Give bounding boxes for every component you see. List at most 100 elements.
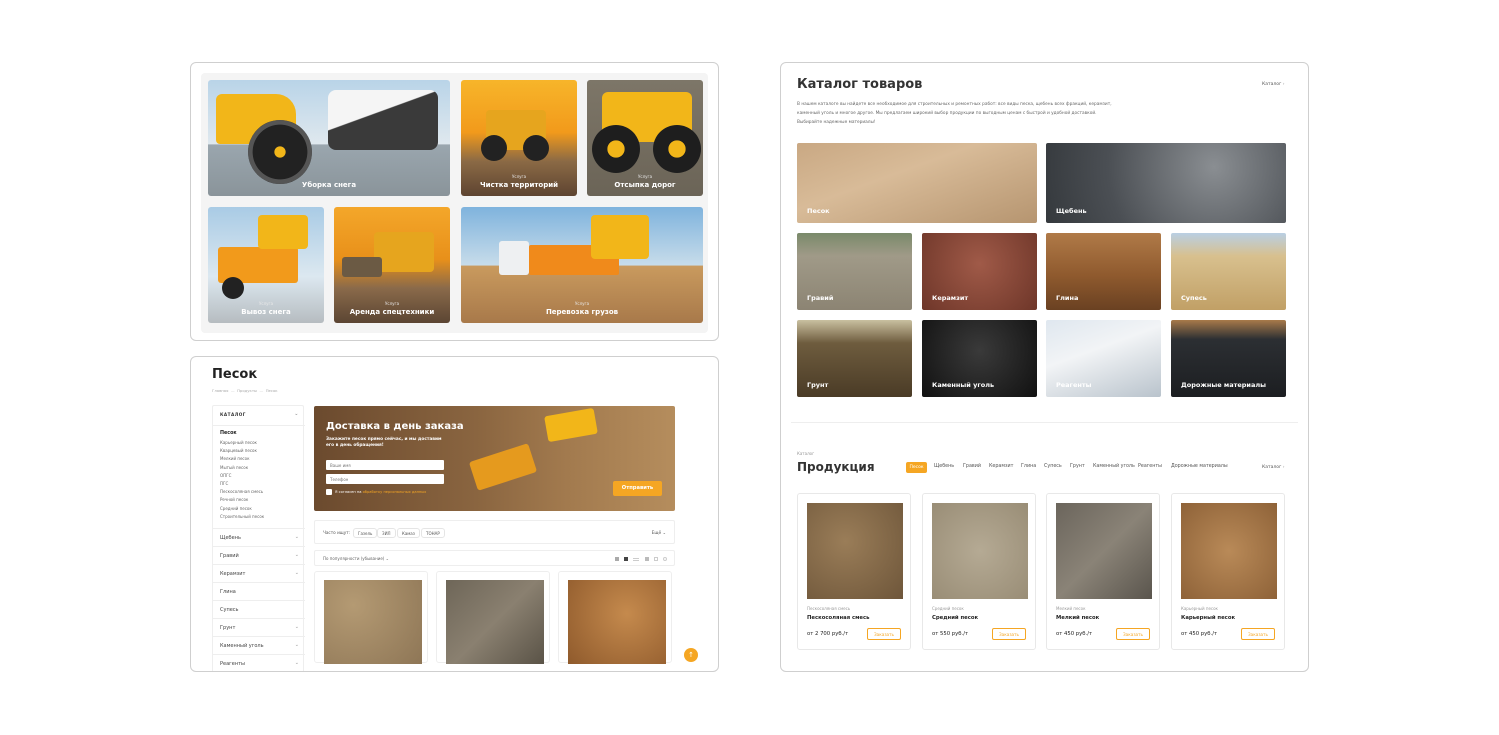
product-card[interactable]: Пескосоляная смесь Пескосоляная смесь от… bbox=[797, 493, 911, 650]
sidebar-item-clay[interactable]: Глина bbox=[213, 582, 305, 600]
product-card[interactable]: Средний песок Средний песок от 550 руб./… bbox=[922, 493, 1036, 650]
service-label: Перевозка грузов bbox=[545, 308, 619, 316]
category-tile-coal[interactable]: Каменный уголь bbox=[922, 320, 1037, 397]
catalog-title: Каталог товаров bbox=[797, 77, 923, 92]
product-name[interactable]: Карьерный песок bbox=[1181, 615, 1235, 621]
sidebar-item-reagents[interactable]: Реагенты ⌄ bbox=[213, 654, 305, 671]
sidebar-sub-item[interactable]: Карьерный песок bbox=[220, 439, 305, 447]
sidebar-sub-item[interactable]: Кварцевый песок bbox=[220, 447, 305, 455]
category-tile-road-materials[interactable]: Дорожные материалы bbox=[1171, 320, 1286, 397]
tab-crushed-stone[interactable]: Щебень bbox=[934, 464, 954, 469]
grid-view-icon[interactable] bbox=[615, 557, 619, 561]
chip-tonar[interactable]: ТОНАР bbox=[421, 528, 445, 538]
phone-input[interactable] bbox=[326, 474, 444, 484]
product-name[interactable]: Пескосоляная смесь bbox=[807, 615, 870, 621]
tab-gravel[interactable]: Гравий bbox=[963, 464, 981, 469]
tab-reagents[interactable]: Реагенты bbox=[1138, 464, 1162, 469]
banner-title: Доставка в день заказа bbox=[326, 421, 464, 432]
service-tile-territory-cleaning[interactable]: Услуга Чистка территорий bbox=[461, 80, 577, 196]
product-image bbox=[807, 503, 903, 599]
tab-clay[interactable]: Глина bbox=[1021, 464, 1036, 469]
service-tile-snow-removal[interactable]: Услуга Вывоз снега bbox=[208, 207, 324, 323]
category-tile-sand[interactable]: Песок bbox=[797, 143, 1037, 223]
order-button[interactable]: Заказать bbox=[992, 628, 1026, 640]
service-type: Услуга bbox=[384, 301, 400, 306]
sort-dropdown[interactable]: По популярности (убывание) ⌄ bbox=[323, 556, 389, 561]
consent-checkbox[interactable] bbox=[326, 489, 332, 495]
product-card[interactable]: Мелкий песок Мелкий песок от 450 руб./т … bbox=[1046, 493, 1160, 650]
category-tile-gravel[interactable]: Гравий bbox=[797, 233, 912, 310]
product-name[interactable]: Средний песок bbox=[932, 615, 978, 621]
sidebar-item-coal[interactable]: Каменный уголь ⌄ bbox=[213, 636, 305, 654]
tab-coal[interactable]: Каменный уголь bbox=[1093, 464, 1135, 469]
category-tile-clay[interactable]: Глина bbox=[1046, 233, 1161, 310]
service-tile-road-filling[interactable]: Услуга Отсыпка дорог bbox=[587, 80, 703, 196]
sidebar-item-keramzit[interactable]: Керамзит ⌄ bbox=[213, 564, 305, 582]
sidebar-sub-item[interactable]: Средний песок bbox=[220, 505, 305, 513]
chevron-right-icon: › bbox=[1282, 465, 1285, 470]
more-link[interactable]: Ещё ⌄ bbox=[652, 530, 666, 536]
product-card[interactable] bbox=[436, 571, 550, 664]
sidebar-sub-item[interactable]: Мытый песок bbox=[220, 464, 305, 472]
sidebar-sub-item[interactable]: Мелкий песок bbox=[220, 455, 305, 463]
product-image bbox=[324, 580, 422, 664]
category-tile-soil[interactable]: Грунт bbox=[797, 320, 912, 397]
sidebar-sub-item[interactable]: ОПГС bbox=[220, 472, 305, 480]
tab-supes[interactable]: Супесь bbox=[1044, 464, 1062, 469]
tab-soil[interactable]: Грунт bbox=[1070, 464, 1085, 469]
filter-icon[interactable] bbox=[663, 557, 667, 561]
sidebar-item-pebble[interactable]: Гравий ⌄ bbox=[213, 546, 305, 564]
service-tile-snow-cleaning[interactable]: Уборка снега bbox=[208, 80, 450, 196]
wheel-illustration bbox=[222, 277, 244, 299]
chevron-down-icon: ⌄ bbox=[662, 530, 666, 535]
chip-gazel[interactable]: Газель bbox=[353, 528, 378, 538]
scroll-up-button[interactable]: ↑ bbox=[684, 648, 698, 662]
tab-road-materials[interactable]: Дорожные материалы bbox=[1171, 464, 1228, 469]
grid-view-active-icon[interactable] bbox=[624, 557, 628, 561]
catalog-link[interactable]: Каталог › bbox=[1262, 82, 1285, 87]
chip-zil[interactable]: ЗИЛ bbox=[377, 528, 396, 538]
breadcrumb-item[interactable]: Продукты bbox=[237, 388, 257, 393]
loader-illustration bbox=[258, 215, 308, 249]
submit-button[interactable]: Отправить bbox=[613, 481, 662, 496]
name-input[interactable] bbox=[326, 460, 444, 470]
sidebar-sub-list: Карьерный песок Кварцевый песок Мелкий п… bbox=[220, 439, 305, 521]
sidebar-sub-item[interactable]: Пескосоляная смесь bbox=[220, 488, 305, 496]
chip-kamaz[interactable]: Камаз bbox=[397, 528, 420, 538]
product-category: Карьерный песок bbox=[1181, 606, 1218, 611]
category-tile-keramzit[interactable]: Керамзит bbox=[922, 233, 1037, 310]
sidebar-header[interactable]: КАТАЛОГ ⌄ bbox=[213, 406, 305, 424]
sidebar-sub-item[interactable]: Речной песок bbox=[220, 496, 305, 504]
product-card[interactable] bbox=[314, 571, 428, 664]
chevron-down-icon: ⌄ bbox=[294, 642, 299, 648]
breadcrumb-item[interactable]: Главная bbox=[212, 388, 228, 393]
product-name[interactable]: Мелкий песок bbox=[1056, 615, 1099, 621]
product-card[interactable] bbox=[558, 571, 672, 664]
tab-keramzit[interactable]: Керамзит bbox=[989, 464, 1013, 469]
sidebar-sub-item[interactable]: ПГС bbox=[220, 480, 305, 488]
service-tile-equipment-rental[interactable]: Услуга Аренда спецтехники bbox=[334, 207, 450, 323]
order-button[interactable]: Заказать bbox=[1116, 628, 1150, 640]
category-tile-crushed-stone[interactable]: Щебень bbox=[1046, 143, 1286, 223]
sidebar-item-supes[interactable]: Супесь bbox=[213, 600, 305, 618]
table-view-icon[interactable] bbox=[645, 557, 649, 561]
sidebar-sub-item[interactable]: Строительный песок bbox=[220, 513, 305, 521]
compact-view-icon[interactable] bbox=[654, 557, 658, 561]
wheel-illustration bbox=[481, 135, 507, 161]
product-price: от 450 руб./т bbox=[1181, 631, 1218, 637]
products-link[interactable]: Каталог › bbox=[1262, 465, 1285, 470]
sidebar-item-gravel[interactable]: Щебень ⌄ bbox=[213, 528, 305, 546]
tab-sand-active[interactable]: Песок bbox=[906, 462, 927, 473]
sidebar-item-soil[interactable]: Грунт ⌄ bbox=[213, 618, 305, 636]
category-tile-reagents[interactable]: Реагенты bbox=[1046, 320, 1161, 397]
consent-link[interactable]: обработку персональных данных bbox=[363, 490, 427, 494]
category-tile-supes[interactable]: Супесь bbox=[1171, 233, 1286, 310]
chevron-down-icon: ⌄ bbox=[294, 660, 299, 666]
order-button[interactable]: Заказать bbox=[1241, 628, 1275, 640]
service-tile-cargo-transport[interactable]: Услуга Перевозка грузов bbox=[461, 207, 703, 323]
order-button[interactable]: Заказать bbox=[867, 628, 901, 640]
sidebar-item-sand[interactable]: Песок Карьерный песок Кварцевый песок Ме… bbox=[213, 425, 305, 521]
delivery-banner: Доставка в день заказа Закажите песок пр… bbox=[314, 406, 675, 511]
product-card[interactable]: Карьерный песок Карьерный песок от 450 р… bbox=[1171, 493, 1285, 650]
list-view-icon[interactable] bbox=[633, 557, 639, 561]
